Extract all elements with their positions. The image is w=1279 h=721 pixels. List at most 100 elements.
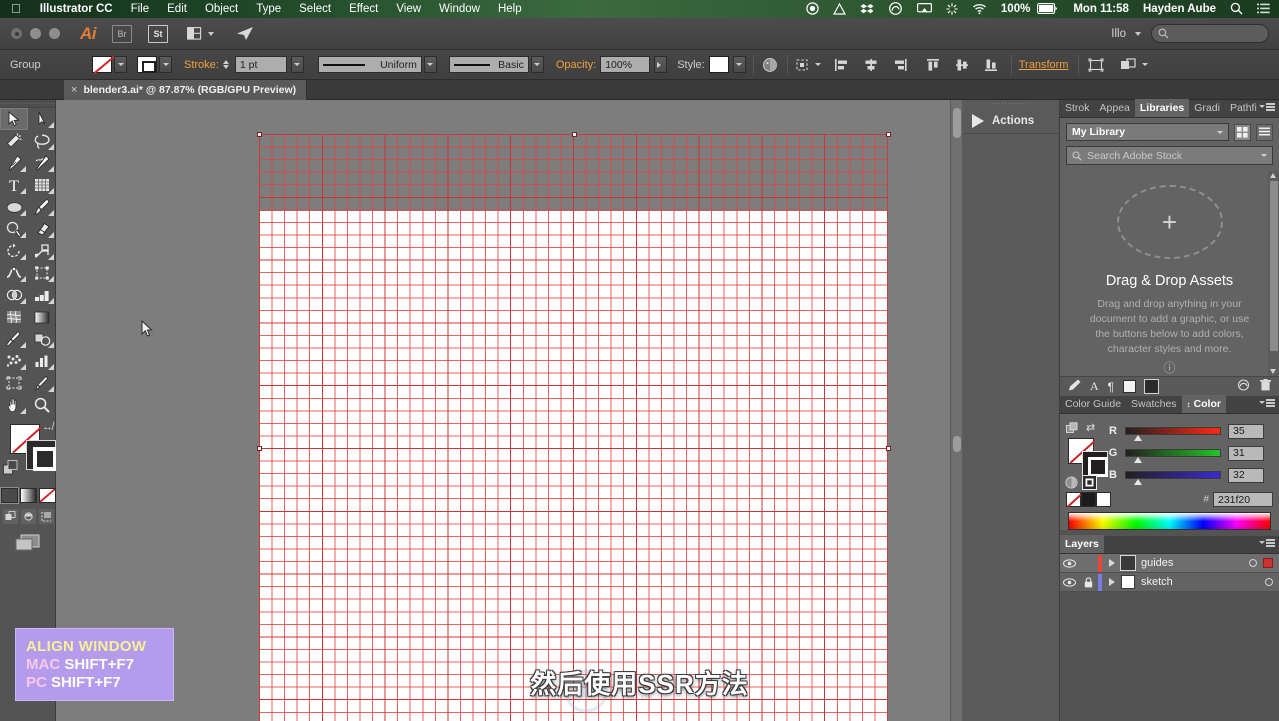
graphic-style-swatch[interactable] — [708, 56, 729, 73]
draw-normal-icon[interactable] — [2, 509, 18, 524]
eraser-tool[interactable] — [28, 218, 56, 240]
black-swatch[interactable] — [1081, 492, 1096, 507]
workspace-switcher[interactable]: Illo — [1111, 28, 1141, 40]
align-selection-icon[interactable] — [795, 55, 814, 74]
menu-object[interactable]: Object — [196, 0, 247, 18]
scale-tool[interactable] — [28, 240, 56, 262]
swap-fill-stroke-icon[interactable]: ↮ — [42, 421, 53, 433]
stroke-weight-stepper[interactable] — [222, 60, 229, 69]
perspective-grid-tool[interactable] — [28, 284, 56, 306]
pen-tool[interactable] — [0, 152, 28, 174]
clock-label[interactable]: Mon 11:58 — [1066, 0, 1136, 18]
free-transform-tool[interactable] — [28, 262, 56, 284]
graphic-style-dropdown[interactable] — [732, 56, 746, 73]
change-screen-mode-icon[interactable] — [0, 534, 55, 552]
direct-selection-tool[interactable] — [28, 108, 56, 130]
disclosure-triangle-icon[interactable] — [1102, 559, 1121, 567]
actions-panel-grip[interactable] — [962, 100, 1059, 108]
curvature-tool[interactable] — [28, 152, 56, 174]
lasso-tool[interactable] — [28, 130, 56, 152]
recolor-artwork-icon[interactable] — [761, 55, 780, 74]
align-bottom-icon[interactable] — [982, 55, 1001, 74]
record-icon[interactable] — [799, 0, 826, 18]
search-icon[interactable] — [1223, 0, 1250, 18]
menu-edit[interactable]: Edit — [158, 0, 196, 18]
document-tab[interactable]: × blender3.ai* @ 87.87% (RGB/GPU Preview… — [64, 79, 308, 100]
shape-options-dropdown[interactable] — [1142, 63, 1149, 66]
selection-bounding-box[interactable] — [257, 132, 891, 721]
width-tool[interactable] — [0, 262, 28, 284]
menu-select[interactable]: Select — [290, 0, 340, 18]
minimize-window-button[interactable] — [30, 28, 41, 39]
menu-type[interactable]: Type — [247, 0, 290, 18]
library-options-icon[interactable] — [1237, 378, 1251, 396]
panel-menu-icon[interactable] — [1259, 399, 1275, 407]
channel-value-r[interactable]: 35 — [1228, 423, 1264, 439]
stroke-swatch-large[interactable] — [26, 440, 57, 471]
panel-menu-icon[interactable] — [1259, 103, 1275, 111]
arrange-documents-button[interactable] — [184, 25, 217, 43]
scrollbar-thumb-secondary[interactable] — [953, 436, 961, 452]
tab-libraries[interactable]: Libraries — [1134, 99, 1190, 117]
fill-stroke-proxy-icon[interactable] — [1066, 421, 1079, 439]
panel-menu-icon[interactable] — [1259, 539, 1275, 547]
scroll-down-arrow-icon[interactable] — [1270, 369, 1276, 374]
google-drive-icon[interactable] — [826, 0, 853, 18]
slider-knob[interactable] — [1134, 435, 1142, 441]
opacity-dropdown[interactable] — [654, 56, 668, 73]
search-input[interactable] — [1151, 24, 1269, 43]
lock-icon[interactable] — [1079, 576, 1098, 588]
hand-tool[interactable] — [0, 394, 28, 416]
color-fill-mode-button[interactable] — [0, 488, 18, 503]
stroke-swatch[interactable] — [1082, 451, 1108, 477]
canvas-vertical-scrollbar[interactable] — [950, 100, 962, 721]
menu-view[interactable]: View — [387, 0, 430, 18]
zoom-tool[interactable] — [28, 394, 56, 416]
airplay-icon[interactable] — [910, 0, 939, 18]
tools-panel-grip[interactable] — [0, 100, 55, 108]
fill-swatch-dropdown[interactable] — [114, 56, 127, 73]
share-on-behance-button[interactable] — [233, 25, 257, 43]
slice-tool[interactable] — [28, 372, 56, 394]
shape-options-icon[interactable] — [1119, 55, 1138, 74]
add-color-light-icon[interactable] — [1123, 380, 1137, 393]
line-segment-tool[interactable] — [0, 196, 28, 218]
creative-cloud-icon[interactable] — [881, 0, 910, 18]
apple-logo-icon[interactable]:  — [0, 0, 31, 18]
target-circle-icon[interactable] — [1265, 578, 1273, 586]
isolate-group-icon[interactable] — [1086, 55, 1105, 74]
transform-link[interactable]: Transform — [1019, 59, 1069, 71]
bridge-button[interactable]: Br — [112, 24, 132, 43]
selection-handle-middle-left[interactable] — [257, 446, 262, 451]
align-top-icon[interactable] — [924, 55, 943, 74]
swap-fill-stroke-icon[interactable]: ⇄ — [1086, 421, 1095, 434]
selection-handle-top-right[interactable] — [886, 132, 891, 137]
gradient-tool[interactable] — [28, 306, 56, 328]
selection-indicator-square[interactable] — [1263, 558, 1273, 568]
mesh-tool[interactable] — [0, 306, 28, 328]
delete-icon[interactable] — [1260, 378, 1271, 396]
width-profile-dropdown[interactable] — [423, 56, 437, 73]
brush-dropdown[interactable] — [530, 56, 544, 73]
battery-charging-icon[interactable] — [1037, 0, 1066, 18]
channel-slider-b[interactable] — [1125, 471, 1221, 485]
tab-stroke[interactable]: Strok — [1060, 99, 1095, 117]
align-right-icon[interactable] — [891, 55, 910, 74]
slider-knob[interactable] — [1134, 479, 1142, 485]
battery-percent-label[interactable]: 100% — [994, 0, 1037, 18]
add-paragraph-style-icon[interactable]: ¶ — [1108, 380, 1114, 394]
hex-input[interactable]: 231f20 — [1213, 492, 1273, 507]
tab-layers[interactable]: Layers — [1060, 535, 1104, 553]
table-row[interactable]: guides — [1060, 554, 1279, 573]
document-canvas[interactable] — [56, 100, 962, 721]
target-circle-icon[interactable] — [1249, 559, 1257, 567]
scrollbar-thumb[interactable] — [1269, 181, 1278, 351]
add-character-style-icon[interactable]: A — [1090, 379, 1099, 394]
channel-slider-r[interactable] — [1125, 427, 1221, 441]
artboard-tool[interactable] — [0, 372, 28, 394]
none-swatch[interactable] — [1066, 492, 1081, 507]
layer-name[interactable]: guides — [1141, 557, 1173, 569]
slider-knob[interactable] — [1134, 457, 1142, 463]
sync-spinner-icon[interactable] — [939, 0, 965, 18]
draw-behind-icon[interactable] — [20, 509, 36, 524]
